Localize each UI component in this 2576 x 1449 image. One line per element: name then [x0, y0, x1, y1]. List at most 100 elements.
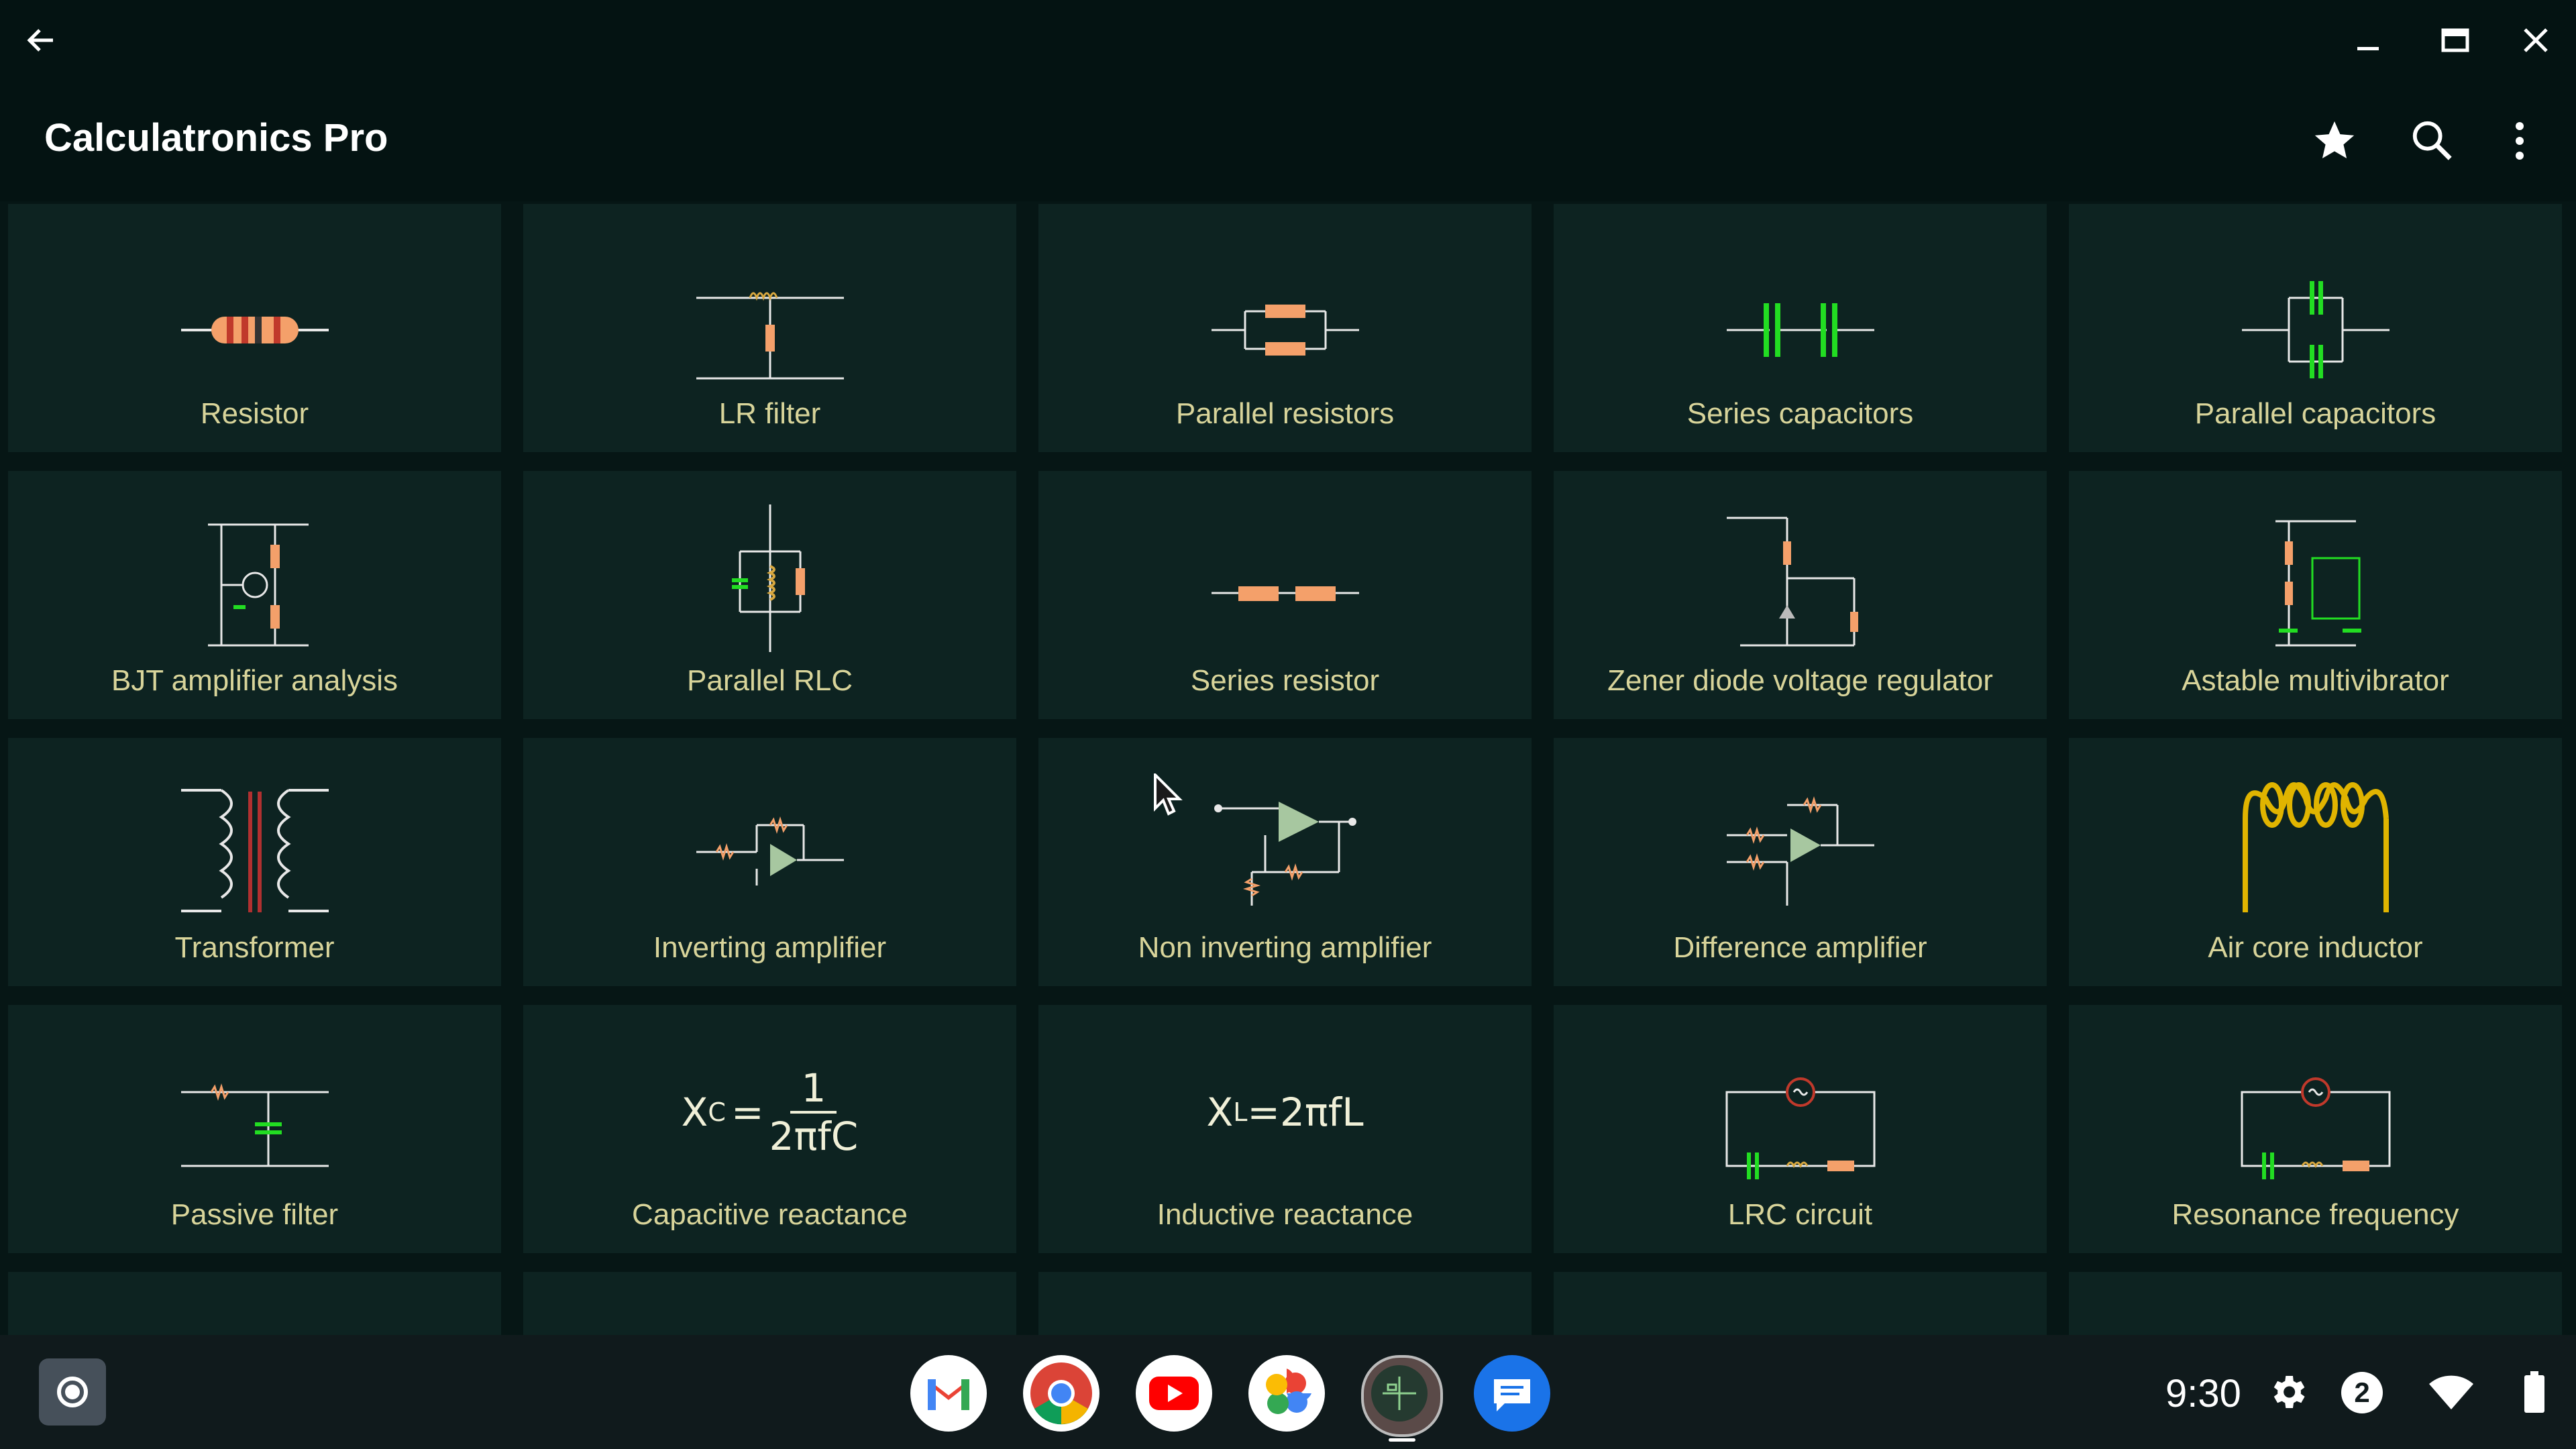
tile-inductive-reactance[interactable]: X L =2πfL Inductive reactance: [1038, 1005, 1532, 1253]
tile-label: Transformer: [174, 931, 335, 964]
tile-label: Resonance frequency: [2171, 1198, 2459, 1231]
formula-sub: C: [708, 1097, 726, 1127]
tile-label: Parallel RLC: [687, 664, 853, 697]
formula-eq: =: [731, 1089, 764, 1135]
minimize-icon[interactable]: [2341, 13, 2395, 67]
notification-count: 2: [2354, 1377, 2370, 1408]
series-capacitors-icon: [1726, 303, 1874, 357]
series-resistor-icon: [1211, 586, 1359, 601]
tile-partial[interactable]: [523, 1272, 1016, 1335]
tile-series-resistor[interactable]: Series resistor: [1038, 471, 1532, 719]
battery-icon[interactable]: [2514, 1367, 2555, 1418]
tile-label: Passive filter: [170, 1198, 339, 1231]
back-arrow-icon[interactable]: [13, 13, 67, 67]
inverting-amplifier-icon: [696, 816, 844, 885]
bjt-amplifier-icon: [207, 523, 309, 647]
formula-rhs: =2πfL: [1247, 1089, 1364, 1135]
tile-label: Parallel resistors: [1175, 397, 1395, 430]
tile-label: Non inverting amplifier: [1138, 931, 1432, 964]
resistor-icon: [180, 317, 329, 343]
tile-label: Capacitive reactance: [632, 1198, 908, 1231]
calculator-grid: Resistor LR filter Parallel resistors Se…: [0, 201, 2576, 1335]
tile-partial[interactable]: [2069, 1272, 2562, 1335]
tile-difference-amplifier[interactable]: Difference amplifier: [1554, 738, 2047, 986]
inductive-reactance-formula-icon: X L =2πfL: [1185, 1038, 1386, 1186]
gmail-icon[interactable]: [910, 1355, 987, 1432]
parallel-resistors-icon: [1211, 305, 1359, 356]
tile-label: Inductive reactance: [1157, 1198, 1413, 1231]
star-icon[interactable]: [2301, 107, 2368, 174]
tile-zener-regulator[interactable]: Zener diode voltage regulator: [1554, 471, 2047, 719]
astable-multivibrator-icon: [2275, 520, 2361, 647]
formula-fraction: 1 2πfC: [769, 1065, 859, 1159]
zener-regulator-icon: [1726, 517, 1858, 647]
tile-passive-filter[interactable]: Passive filter: [8, 1005, 501, 1253]
transformer-icon: [180, 789, 329, 912]
wifi-icon[interactable]: [2423, 1368, 2479, 1415]
resonance-frequency-icon: [2241, 1077, 2390, 1179]
launcher-button[interactable]: [39, 1358, 106, 1426]
messages-icon[interactable]: [1474, 1355, 1550, 1432]
tile-label: Series capacitors: [1686, 397, 1914, 430]
tile-bjt-amplifier[interactable]: BJT amplifier analysis: [8, 471, 501, 719]
tile-label: Zener diode voltage regulator: [1607, 664, 1993, 697]
tile-lrc-circuit[interactable]: LRC circuit: [1554, 1005, 2047, 1253]
mouse-cursor-icon: [1154, 771, 1183, 821]
formula-x: X: [1206, 1089, 1234, 1135]
tile-transformer[interactable]: Transformer: [8, 738, 501, 986]
parallel-rlc-icon: [731, 504, 805, 652]
tile-parallel-resistors[interactable]: Parallel resistors: [1038, 204, 1532, 452]
tile-label: LR filter: [718, 397, 821, 430]
capacitive-reactance-formula-icon: X C = 1 2πfC: [669, 1038, 871, 1186]
tile-label: Parallel capacitors: [2194, 397, 2436, 430]
tile-label: BJT amplifier analysis: [111, 664, 398, 697]
tile-air-core-inductor[interactable]: Air core inductor: [2069, 738, 2562, 986]
tile-partial[interactable]: [1038, 1272, 1532, 1335]
tile-lr-filter[interactable]: LR filter: [523, 204, 1016, 452]
chrome-icon[interactable]: [1023, 1355, 1099, 1432]
tile-astable-multivibrator[interactable]: Astable multivibrator: [2069, 471, 2562, 719]
more-vert-icon[interactable]: [2493, 107, 2546, 174]
close-icon[interactable]: [2509, 13, 2563, 67]
air-core-inductor-icon: [2242, 782, 2389, 912]
difference-amplifier-icon: [1726, 796, 1874, 906]
tile-label: Inverting amplifier: [653, 931, 887, 964]
tile-non-inverting-amplifier[interactable]: Non inverting amplifier: [1038, 738, 1532, 986]
passive-filter-icon: [180, 1083, 329, 1167]
tile-label: Air core inductor: [2208, 931, 2423, 964]
app-bar: Calculatronics Pro: [0, 80, 2576, 201]
tile-label: Astable multivibrator: [2182, 664, 2449, 697]
clock-time[interactable]: 9:30: [2165, 1371, 2241, 1416]
settings-gear-icon[interactable]: [2261, 1365, 2314, 1419]
calculatronics-icon[interactable]: [1361, 1355, 1443, 1442]
lr-filter-icon: [696, 292, 844, 380]
tile-inverting-amplifier[interactable]: Inverting amplifier: [523, 738, 1016, 986]
tile-label: Series resistor: [1190, 664, 1380, 697]
tile-label: Difference amplifier: [1673, 931, 1927, 964]
notification-badge[interactable]: 2: [2341, 1372, 2383, 1413]
active-app-indicator: [1389, 1438, 1415, 1442]
formula-numerator: 1: [790, 1065, 837, 1114]
tile-partial[interactable]: [1554, 1272, 2047, 1335]
tile-label: Resistor: [200, 397, 309, 430]
tile-label: LRC circuit: [1727, 1198, 1873, 1231]
maximize-icon[interactable]: [2428, 13, 2482, 67]
formula-x: X: [681, 1089, 708, 1135]
lrc-circuit-icon: [1725, 1077, 1875, 1179]
app-title: Calculatronics Pro: [44, 116, 388, 160]
photos-icon[interactable]: [1248, 1355, 1325, 1432]
parallel-capacitors-icon: [2241, 281, 2390, 378]
youtube-icon[interactable]: [1136, 1355, 1212, 1432]
search-icon[interactable]: [2399, 107, 2466, 174]
tile-resistor[interactable]: Resistor: [8, 204, 501, 452]
tile-capacitive-reactance[interactable]: X C = 1 2πfC Capacitive reactance: [523, 1005, 1016, 1253]
formula-sub: L: [1233, 1097, 1248, 1127]
tile-partial[interactable]: [8, 1272, 501, 1335]
formula-denominator: 2πfC: [769, 1114, 859, 1159]
tile-parallel-capacitors[interactable]: Parallel capacitors: [2069, 204, 2562, 452]
non-inverting-amplifier-icon: [1214, 802, 1356, 906]
window-titlebar: [0, 0, 2576, 80]
tile-parallel-rlc[interactable]: Parallel RLC: [523, 471, 1016, 719]
tile-series-capacitors[interactable]: Series capacitors: [1554, 204, 2047, 452]
tile-resonance-frequency[interactable]: Resonance frequency: [2069, 1005, 2562, 1253]
